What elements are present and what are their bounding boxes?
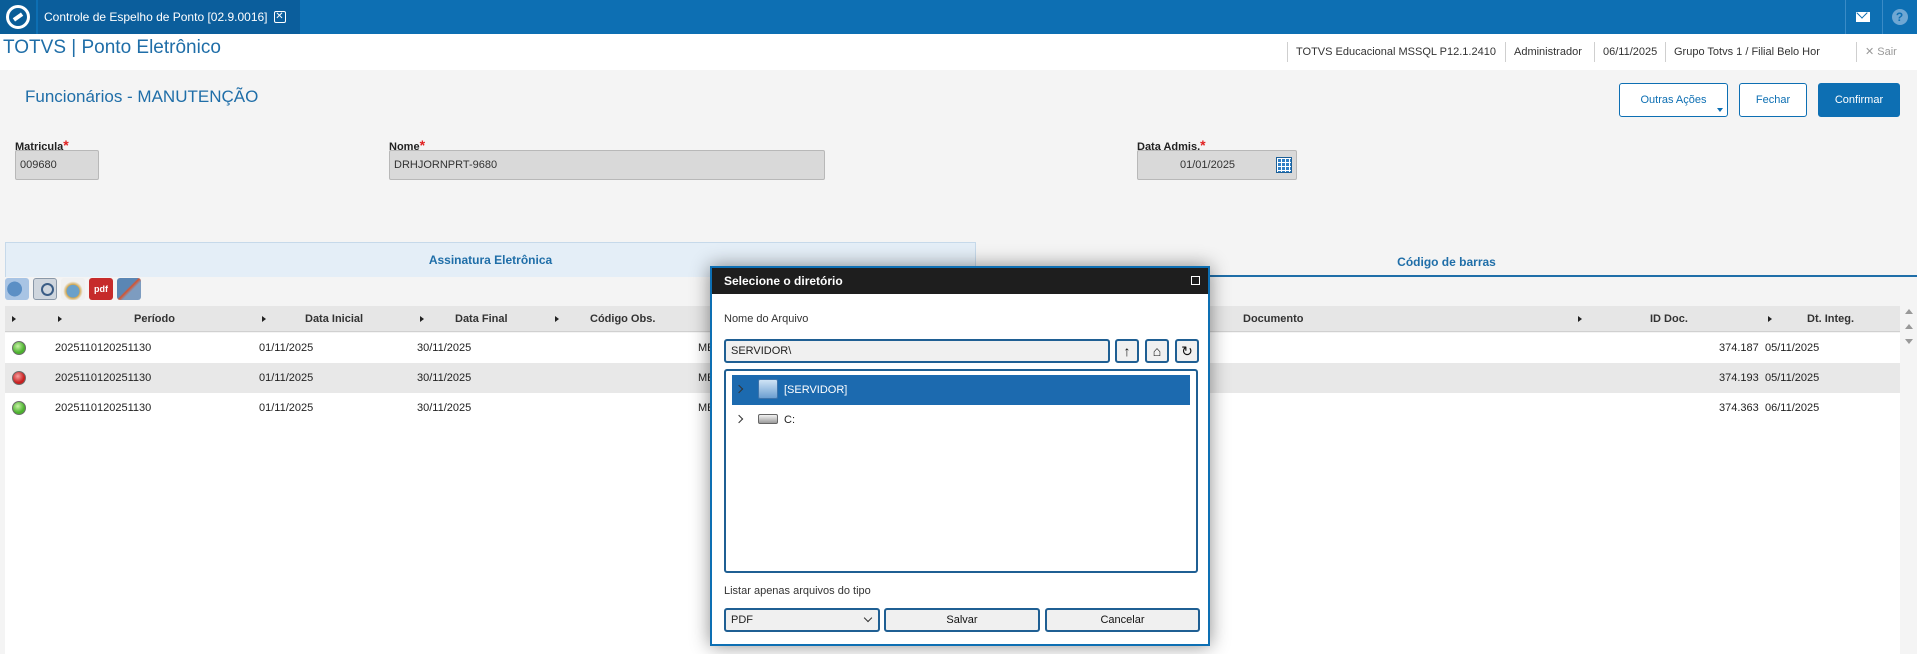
refresh-button[interactable]: ↻ [1175, 339, 1199, 363]
branch-info[interactable]: Grupo Totvs 1 / Filial Belo Hor [1665, 42, 1828, 62]
cell-data-final: 30/11/2025 [417, 342, 472, 354]
dialog-title: Selecione o diretório [712, 268, 1208, 294]
tree-item-servidor[interactable]: [SERVIDOR] [732, 375, 1190, 405]
user-info: Administrador [1505, 42, 1590, 62]
close-button[interactable]: Fechar [1739, 83, 1807, 117]
cell-data-final: 30/11/2025 [417, 402, 472, 414]
maximize-icon[interactable] [1191, 276, 1200, 285]
help-button[interactable]: ? [1882, 0, 1916, 34]
up-directory-button[interactable]: ↑ [1115, 339, 1139, 363]
app-header: TOTVS | Ponto Eletrônico TOTVS Educacion… [0, 34, 1917, 70]
cancel-button[interactable]: Cancelar [1045, 608, 1200, 632]
arrow-right-icon [12, 316, 16, 322]
cell-dt-integ: 05/11/2025 [1765, 342, 1820, 354]
tab-close-icon[interactable]: ✕ [273, 11, 286, 23]
page-title: Funcionários - MANUTENÇÃO [25, 87, 259, 106]
home-button[interactable]: ⌂ [1145, 339, 1169, 363]
arrow-right-icon[interactable] [262, 316, 266, 322]
arrow-right-icon[interactable] [1768, 316, 1772, 322]
status-green-icon [12, 341, 26, 355]
cell-periodo: 2025110120251130 [55, 402, 152, 414]
cell-id-doc: 374.363 [1719, 402, 1759, 414]
col-data-inicial[interactable]: Data Inicial [305, 306, 363, 332]
col-codigo-obs[interactable]: Código Obs. [590, 306, 655, 332]
cell-data-inicial: 01/11/2025 [259, 372, 314, 384]
file-type-value: PDF [731, 614, 753, 626]
col-dt-integ[interactable]: Dt. Integ. [1807, 306, 1854, 332]
cell-periodo: 2025110120251130 [55, 342, 152, 354]
scroll-top-icon[interactable] [1902, 306, 1915, 318]
data-admis-field[interactable]: 01/01/2025 [1137, 150, 1297, 180]
cell-data-final: 30/11/2025 [417, 372, 472, 384]
date-info: 06/11/2025 [1594, 42, 1665, 62]
arrow-right-icon[interactable] [1578, 316, 1582, 322]
status-green-icon [12, 401, 26, 415]
mail-icon [1855, 12, 1870, 22]
tree-item-c-drive[interactable]: C: [732, 405, 1190, 435]
refresh-icon[interactable] [5, 278, 29, 300]
chevron-right-icon[interactable] [734, 384, 744, 394]
top-bar: Controle de Espelho de Ponto [02.9.0016]… [0, 0, 1917, 34]
search-icon[interactable] [33, 278, 57, 300]
path-input[interactable]: SERVIDOR\ [724, 339, 1110, 363]
totvs-logo-icon[interactable] [0, 0, 36, 34]
other-actions-button[interactable]: Outras Ações [1619, 83, 1728, 117]
grid-scrollbar[interactable] [1902, 306, 1917, 366]
calendar-icon[interactable] [1276, 157, 1292, 173]
exit-button[interactable]: ✕ Sair [1856, 42, 1897, 62]
arrow-right-icon[interactable] [420, 316, 424, 322]
home-icon: ⌂ [1152, 343, 1162, 359]
grid-toolbar: pdf [5, 278, 141, 302]
cell-id-doc: 374.193 [1719, 372, 1759, 384]
refresh-icon: ↻ [1181, 342, 1193, 359]
drive-icon [758, 414, 778, 424]
other-actions-label: Outras Ações [1640, 94, 1707, 106]
col-periodo[interactable]: Período [134, 306, 175, 332]
cell-data-inicial: 01/11/2025 [259, 342, 314, 354]
caret-down-icon [1717, 108, 1723, 112]
tab-espelho-ponto[interactable]: Controle de Espelho de Ponto [02.9.0016]… [38, 0, 300, 34]
data-admis-value: 01/01/2025 [1180, 159, 1236, 171]
status-red-icon [12, 371, 26, 385]
send-icon[interactable] [61, 278, 85, 300]
tree-item-label: [SERVIDOR] [784, 384, 848, 396]
col-documento[interactable]: Documento [1243, 306, 1304, 332]
tree-item-label: C: [784, 414, 795, 426]
arrow-up-icon: ↑ [1123, 343, 1131, 359]
sign-icon[interactable] [117, 278, 141, 300]
help-icon: ? [1891, 9, 1908, 25]
scroll-up-icon[interactable] [1902, 321, 1915, 333]
chevron-right-icon[interactable] [734, 414, 744, 424]
mail-button[interactable] [1845, 0, 1879, 34]
filter-label: Listar apenas arquivos do tipo [724, 585, 871, 597]
tab-title: Controle de Espelho de Ponto [02.9.0016] [44, 10, 268, 24]
chevron-down-icon [863, 613, 873, 623]
nome-field[interactable]: DRHJORNPRT-9680 [389, 150, 825, 180]
cell-id-doc: 374.187 [1719, 342, 1759, 354]
server-icon [758, 379, 778, 399]
col-id-doc[interactable]: ID Doc. [1650, 306, 1688, 332]
file-type-select[interactable]: PDF [724, 608, 880, 632]
col-data-final[interactable]: Data Final [455, 306, 508, 332]
cell-data-inicial: 01/11/2025 [259, 402, 314, 414]
select-directory-dialog: Selecione o diretório Nome do Arquivo SE… [710, 266, 1210, 646]
matricula-field[interactable]: 009680 [15, 150, 99, 180]
cell-dt-integ: 05/11/2025 [1765, 372, 1820, 384]
directory-tree: [SERVIDOR] C: [724, 369, 1198, 573]
environment-info: TOTVS Educacional MSSQL P12.1.2410 [1287, 42, 1504, 62]
cell-dt-integ: 06/11/2025 [1765, 402, 1820, 414]
scroll-down-icon[interactable] [1902, 336, 1915, 348]
file-name-label: Nome do Arquivo [724, 313, 809, 325]
dialog-title-text: Selecione o diretório [724, 274, 843, 288]
arrow-right-icon[interactable] [555, 316, 559, 322]
app-title: TOTVS | Ponto Eletrônico [3, 37, 221, 58]
pdf-icon[interactable]: pdf [89, 278, 113, 300]
arrow-right-icon[interactable] [58, 316, 62, 322]
cell-periodo: 2025110120251130 [55, 372, 152, 384]
save-button[interactable]: Salvar [884, 608, 1040, 632]
confirm-button[interactable]: Confirmar [1818, 83, 1900, 117]
